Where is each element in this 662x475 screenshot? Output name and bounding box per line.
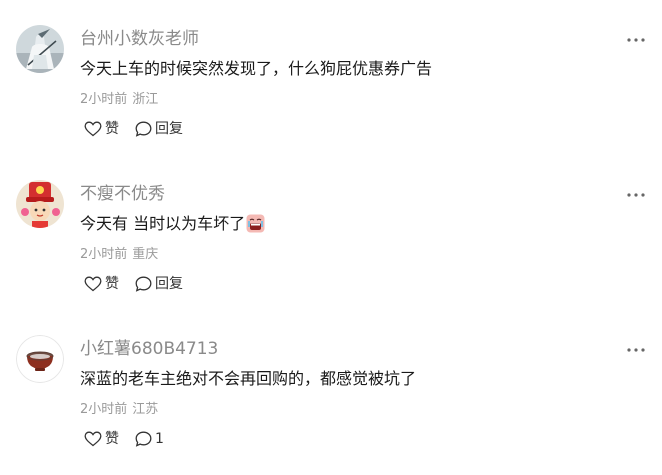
like-label: 赞 bbox=[105, 276, 119, 292]
comment-meta: 2小时前 浙江 bbox=[80, 91, 158, 109]
heart-icon bbox=[84, 431, 102, 447]
comment-time: 2小时前 bbox=[80, 402, 128, 417]
comment-meta: 2小时前 重庆 bbox=[80, 246, 158, 264]
comment-actions: 赞 回复 bbox=[84, 274, 183, 294]
heart-icon bbox=[84, 276, 102, 292]
comment-item: 台州小数灰老师 今天上车的时候突然发现了，什么狗屁优惠券广告 2小时前 浙江 赞 … bbox=[0, 25, 662, 165]
more-dots-icon[interactable] bbox=[626, 37, 646, 43]
comment-meta: 2小时前 江苏 bbox=[80, 401, 158, 419]
comment-username[interactable]: 不瘦不优秀 bbox=[80, 184, 165, 204]
comment-text: 深蓝的老车主绝对不会再回购的，都感觉被坑了 bbox=[80, 369, 417, 388]
comment-actions: 赞 回复 bbox=[84, 119, 183, 139]
reply-bubble-icon bbox=[135, 121, 152, 137]
reply-label: 回复 bbox=[155, 276, 183, 292]
comment-item: 小红薯680B4713 深蓝的老车主绝对不会再回购的，都感觉被坑了 2小时前 江苏… bbox=[0, 335, 662, 475]
comment-actions: 赞 1 bbox=[84, 429, 164, 449]
comment-location: 重庆 bbox=[132, 247, 159, 262]
more-dots-icon[interactable] bbox=[626, 192, 646, 198]
reply-count: 1 bbox=[155, 431, 164, 447]
like-label: 赞 bbox=[105, 431, 119, 447]
like-button[interactable]: 赞 bbox=[84, 274, 119, 294]
reply-button[interactable]: 回复 bbox=[135, 274, 183, 294]
comment-time: 2小时前 bbox=[80, 92, 128, 107]
comment-username[interactable]: 小红薯680B4713 bbox=[80, 339, 218, 359]
comment-item: 不瘦不优秀 今天有 当时以为车坏了 2小时前 重庆 赞 回复 bbox=[0, 180, 662, 320]
comment-text-wrap: 今天有 当时以为车坏了 bbox=[80, 213, 265, 239]
reply-bubble-icon bbox=[135, 276, 152, 292]
like-button[interactable]: 赞 bbox=[84, 429, 119, 449]
comment-text: 今天有 当时以为车坏了 bbox=[80, 214, 246, 233]
crying-face-emoji-icon bbox=[246, 214, 265, 239]
avatar[interactable] bbox=[16, 180, 64, 228]
more-dots-icon[interactable] bbox=[626, 347, 646, 353]
heart-icon bbox=[84, 121, 102, 137]
comment-location: 江苏 bbox=[132, 402, 159, 417]
comment-username[interactable]: 台州小数灰老师 bbox=[80, 29, 199, 49]
comment-time: 2小时前 bbox=[80, 247, 128, 262]
reply-button[interactable]: 回复 bbox=[135, 119, 183, 139]
reply-label: 回复 bbox=[155, 121, 183, 137]
reply-button[interactable]: 1 bbox=[135, 429, 164, 449]
reply-bubble-icon bbox=[135, 431, 152, 447]
avatar[interactable] bbox=[16, 335, 64, 383]
comment-location: 浙江 bbox=[132, 92, 159, 107]
avatar[interactable] bbox=[16, 25, 64, 73]
like-label: 赞 bbox=[105, 121, 119, 137]
comment-text: 今天上车的时候突然发现了，什么狗屁优惠券广告 bbox=[80, 59, 433, 78]
like-button[interactable]: 赞 bbox=[84, 119, 119, 139]
